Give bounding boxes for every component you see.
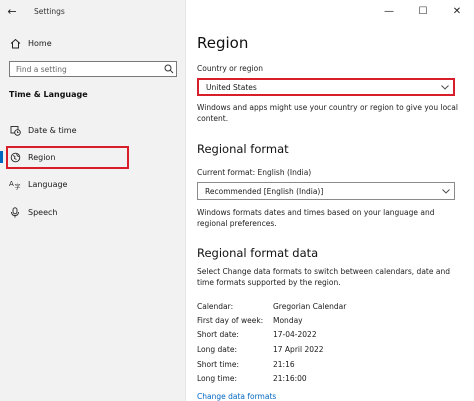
back-button[interactable]: ← <box>0 0 24 22</box>
current-format-label: Current format: English (India) <box>197 168 312 177</box>
clock-calendar-icon <box>9 124 21 136</box>
format-data-heading: Regional format data <box>197 246 319 260</box>
page-title: Region <box>197 34 249 52</box>
back-arrow-icon: ← <box>7 4 17 18</box>
format-row-key: Short time: <box>197 360 239 369</box>
country-value: United States <box>206 82 257 92</box>
sidebar-item-label: Language <box>28 179 68 189</box>
sidebar-item-language[interactable]: A字 Language <box>0 173 186 195</box>
sidebar-item-label: Date & time <box>28 125 77 135</box>
minimize-icon: — <box>384 5 394 17</box>
window-controls: — ☐ ✕ <box>372 0 474 22</box>
home-icon <box>9 37 21 49</box>
format-row-first-day: First day of week: Monday <box>197 316 467 328</box>
section-title: Time & Language <box>9 90 88 99</box>
format-row-short-date: Short date: 17-04-2022 <box>197 330 467 342</box>
sidebar-item-home[interactable]: Home <box>0 34 186 52</box>
regional-format-dropdown[interactable]: Recommended [English (India)] <box>197 182 455 200</box>
format-row-long-date: Long date: 17 April 2022 <box>197 345 467 357</box>
language-icon: A字 <box>9 178 21 190</box>
sidebar-item-date-time[interactable]: Date & time <box>0 119 186 141</box>
window-title: Settings <box>34 6 65 16</box>
format-row-value: Gregorian Calendar <box>273 302 347 311</box>
region-highlight-box <box>6 146 129 169</box>
format-row-key: Calendar: <box>197 302 234 311</box>
sidebar-item-label: Home <box>28 38 52 48</box>
format-row-key: Long date: <box>197 345 237 354</box>
format-row-value: 17 April 2022 <box>273 345 324 354</box>
svg-text:字: 字 <box>15 183 21 190</box>
microphone-icon <box>9 206 21 218</box>
minimize-button[interactable]: — <box>372 0 406 22</box>
change-data-formats-link[interactable]: Change data formats <box>197 392 276 401</box>
format-row-key: Short date: <box>197 330 239 339</box>
format-row-calendar: Calendar: Gregorian Calendar <box>197 302 467 314</box>
maximize-icon: ☐ <box>418 5 428 17</box>
chevron-down-icon <box>438 188 454 194</box>
sidebar-item-speech[interactable]: Speech <box>0 201 186 223</box>
format-data-description: Select Change data formats to switch bet… <box>197 267 450 287</box>
format-row-short-time: Short time: 21:16 <box>197 360 467 372</box>
format-row-value: 17-04-2022 <box>273 330 317 339</box>
title-bar: ← Settings <box>0 0 186 22</box>
chevron-down-icon <box>437 84 453 90</box>
maximize-button[interactable]: ☐ <box>406 0 440 22</box>
regional-format-description: Windows formats dates and times based on… <box>197 208 435 228</box>
format-row-long-time: Long time: 21:16:00 <box>197 374 467 386</box>
format-row-value: 21:16:00 <box>273 374 307 383</box>
search-placeholder: Find a setting <box>16 64 67 74</box>
country-dropdown[interactable]: United States <box>197 78 455 96</box>
format-row-value: Monday <box>273 316 303 325</box>
country-description: Windows and apps might use your country … <box>197 103 458 123</box>
close-icon: ✕ <box>452 5 462 17</box>
format-row-key: Long time: <box>197 374 238 383</box>
search-icon <box>162 62 176 76</box>
regional-format-value: Recommended [English (India)] <box>205 186 324 196</box>
close-button[interactable]: ✕ <box>440 0 474 22</box>
sidebar: ← Settings Home Find a setting Time & La… <box>0 0 186 401</box>
search-input[interactable]: Find a setting <box>9 61 177 77</box>
format-row-key: First day of week: <box>197 316 264 325</box>
country-label: Country or region <box>197 64 263 73</box>
regional-format-heading: Regional format <box>197 142 289 156</box>
format-row-value: 21:16 <box>273 360 295 369</box>
sidebar-item-label: Speech <box>28 207 58 217</box>
svg-text:A: A <box>9 180 14 188</box>
